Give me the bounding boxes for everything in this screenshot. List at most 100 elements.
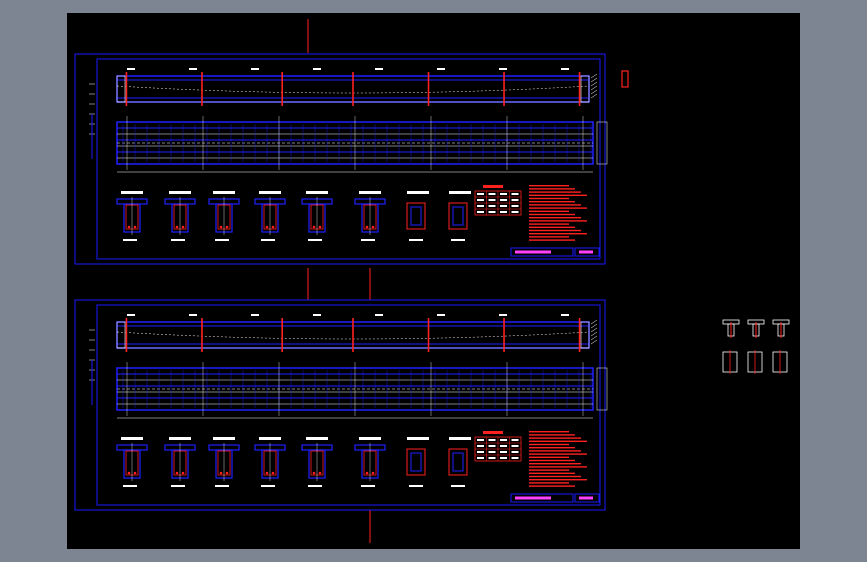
section-dim [215,485,229,487]
note-line [529,191,581,193]
section-dim [451,239,465,241]
table-cell [511,457,519,459]
dim-label [561,68,569,70]
table-cell [511,439,519,441]
dim-label [189,314,197,316]
drawing-sheet-1[interactable] [74,53,608,265]
section-dim [409,239,423,241]
cross-section-6 [354,437,386,487]
note-line [529,194,587,196]
table-cell [500,451,507,453]
cross-section-5 [301,191,333,241]
note-line [529,456,569,458]
note-line [529,185,569,187]
drawing-sheet-2[interactable] [74,299,608,511]
section-dim [308,485,322,487]
section-dim [171,239,185,241]
rebar-detail-inner [410,206,422,226]
table-cell [477,199,484,201]
table-cell [511,199,519,201]
support-hatch [590,73,598,79]
note-line [529,201,575,203]
table-cell [511,193,519,195]
note-line [529,479,587,481]
table-cell [511,205,519,207]
rebar-dot [371,225,375,229]
section-title [359,191,381,194]
rebar-dot [371,471,375,475]
support-hatch [590,335,598,341]
section-dim [361,239,375,241]
note-line [529,233,587,235]
cross-section-7 [406,191,429,241]
table-title [483,431,503,434]
sheet-outer-frame [74,299,606,511]
dim-label [127,314,135,316]
table-cell [477,205,484,207]
cross-section-5 [301,437,333,487]
note-line [529,459,575,462]
rebar-dot [271,225,275,229]
table-cell [500,199,507,201]
cross-section-1 [116,191,148,241]
cross-section-6 [354,191,386,241]
table-cell [488,193,496,195]
table-cell [488,205,496,207]
section-title [407,437,429,440]
section-title [449,437,471,440]
cross-section-8 [448,437,471,487]
support-hatch [590,77,598,83]
rebar-dot [133,225,137,229]
note-line [529,466,587,468]
note-line [529,188,575,190]
section-dim [171,485,185,487]
title-block-text [515,250,551,254]
dim-label [375,314,383,316]
dim-label [499,314,507,316]
section-title [259,191,281,194]
rebar-dot [127,471,131,475]
table-cell [477,439,484,441]
section-title [306,437,328,440]
rebar-dot [219,471,223,475]
note-line [529,229,581,232]
cad-drawing-canvas[interactable] [67,13,800,549]
cross-section-4 [254,437,286,487]
note-line [529,239,575,241]
table-cell [477,451,484,453]
cross-section-1 [116,437,148,487]
table-cell [477,445,484,447]
section-title [169,191,191,194]
table-cell [511,451,519,453]
note-line [529,472,575,474]
note-line [529,482,569,484]
cross-section-2 [164,437,196,487]
cross-section-3 [208,437,240,487]
table-cell [511,445,519,447]
note-line [529,450,581,452]
sheet-outer-frame [74,53,606,265]
note-line [529,447,575,449]
rebar-dot [175,471,179,475]
rebar-detail-inner [452,206,464,226]
section-dim [123,239,137,241]
note-line [529,437,581,439]
sheet-number-text [579,496,593,500]
drawing-viewport[interactable] [67,13,800,549]
note-line [529,485,575,487]
cross-section-3 [208,191,240,241]
table-title [483,185,503,188]
support-hatch [590,319,598,325]
section-title [259,437,281,440]
rebar-dot [127,225,131,229]
table-cell [477,457,484,459]
section-dim [361,485,375,487]
dim-label [251,314,259,316]
rebar-dot [133,471,137,475]
table-cell [488,439,496,441]
note-line [529,226,575,228]
note-line [529,236,569,238]
section-dim [261,239,275,241]
table-cell [511,211,519,213]
section-dim [308,239,322,241]
